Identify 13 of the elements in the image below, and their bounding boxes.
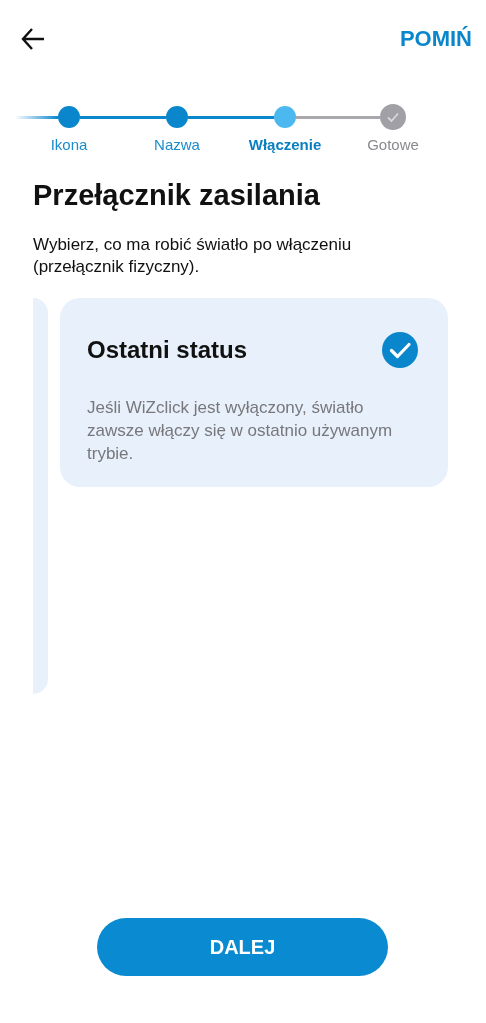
step-label: Włączenie xyxy=(248,136,322,153)
step-label: Gotowe xyxy=(367,136,419,153)
page-title: Przełącznik zasilania xyxy=(33,179,321,212)
option-description: Jeśli WiZclick jest wyłączony, światło zawsze włączy się w ostatnio używanym trybie. xyxy=(87,397,394,465)
option-title: Ostatni status xyxy=(87,336,248,364)
description: Wybierz, co ma robić światło po włączeniu (przełącznik fizyczny). xyxy=(33,234,353,278)
skip-button[interactable]: POMIŃ xyxy=(399,26,472,52)
next-button[interactable]: DALEJ xyxy=(97,918,388,976)
step-label: Ikona xyxy=(50,136,88,153)
step-label: Nazwa xyxy=(154,136,200,153)
option-card[interactable]: Ostatni status Jeśli WiZclick jest wyłączony, światło zawsze włączy się w ostatnio używanym trybie. xyxy=(60,298,448,487)
check-icon xyxy=(382,332,418,368)
back-arrow-icon[interactable] xyxy=(20,26,46,52)
